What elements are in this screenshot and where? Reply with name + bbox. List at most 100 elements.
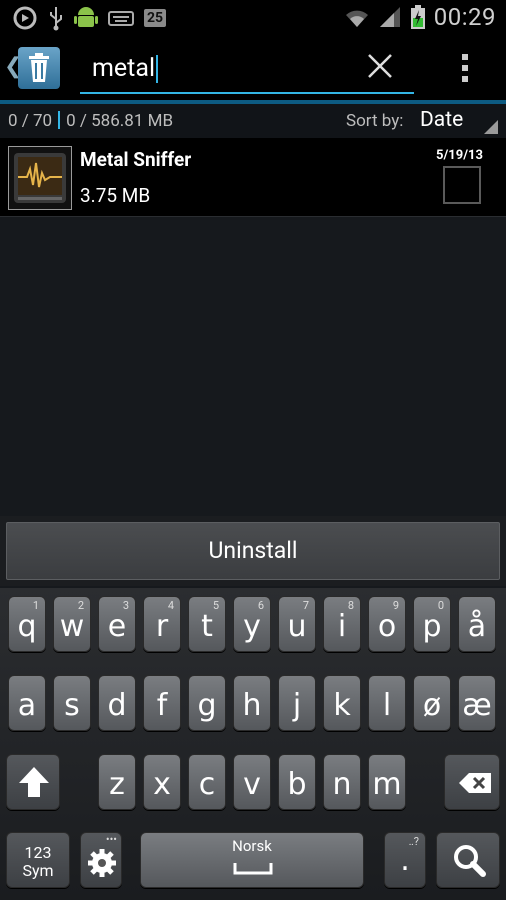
selection-count: 0 / 70 0 / 586.81 MB bbox=[8, 111, 173, 131]
soft-keyboard: 1q2w3e4r5t6y7u8i9o0p å asdfghjkløæ zxcvbn… bbox=[0, 588, 506, 900]
usb-icon bbox=[50, 7, 62, 31]
settings-hint-dots: ••• bbox=[105, 833, 117, 846]
key-æ[interactable]: æ bbox=[458, 675, 496, 731]
app-icon bbox=[8, 146, 72, 210]
key-label: l bbox=[382, 688, 392, 723]
key-label: g bbox=[197, 688, 217, 723]
backspace-key[interactable] bbox=[444, 754, 500, 810]
space-key[interactable]: Norsk bbox=[140, 832, 364, 888]
key-z[interactable]: z bbox=[98, 754, 136, 810]
shift-arrow-icon bbox=[19, 767, 49, 797]
key-o[interactable]: 9o bbox=[368, 596, 406, 652]
key-label: d bbox=[107, 688, 127, 723]
key-e[interactable]: 3e bbox=[98, 596, 136, 652]
key-b[interactable]: b bbox=[278, 754, 316, 810]
app-name: Metal Sniffer bbox=[80, 148, 192, 171]
app-home-button[interactable] bbox=[18, 47, 60, 89]
key-label: j bbox=[292, 688, 302, 723]
key-label: h bbox=[242, 688, 262, 723]
key-s[interactable]: s bbox=[53, 675, 91, 731]
status-bar: 25 00:29 bbox=[0, 0, 506, 36]
key-q[interactable]: 1q bbox=[8, 596, 46, 652]
key-label: e bbox=[107, 609, 127, 644]
settings-key[interactable]: ••• bbox=[80, 832, 122, 888]
key-label: m bbox=[372, 767, 402, 802]
key-label: q bbox=[17, 609, 37, 644]
clear-search-icon[interactable] bbox=[366, 52, 394, 80]
key-label: o bbox=[377, 609, 397, 644]
android-icon bbox=[74, 7, 98, 27]
symbols-key-label-1: 123 bbox=[24, 843, 52, 862]
key-label: v bbox=[243, 767, 261, 802]
key-label: w bbox=[59, 609, 85, 644]
key-p[interactable]: 0p bbox=[413, 596, 451, 652]
key-w[interactable]: 2w bbox=[53, 596, 91, 652]
key-label: b bbox=[287, 767, 307, 802]
key-label: i bbox=[337, 609, 347, 644]
space-key-label: Norsk bbox=[232, 837, 272, 855]
sort-label: Sort by: bbox=[346, 111, 404, 131]
key-label: n bbox=[332, 767, 352, 802]
key-label: y bbox=[243, 609, 261, 644]
key-l[interactable]: l bbox=[368, 675, 406, 731]
key-n[interactable]: n bbox=[323, 754, 361, 810]
key-label: å bbox=[467, 609, 487, 644]
key-f[interactable]: f bbox=[143, 675, 181, 731]
key-label: ø bbox=[422, 688, 442, 723]
sort-value: Date bbox=[420, 108, 464, 132]
info-bar: 0 / 70 0 / 586.81 MB Sort by: Date bbox=[0, 104, 506, 138]
symbols-key-label-2: Sym bbox=[22, 861, 54, 880]
overflow-menu-icon[interactable] bbox=[460, 52, 470, 84]
key-label: s bbox=[64, 688, 80, 723]
key-r[interactable]: 4r bbox=[143, 596, 181, 652]
keyboard-icon bbox=[108, 11, 134, 26]
wifi-icon bbox=[345, 10, 368, 27]
key-j[interactable]: j bbox=[278, 675, 316, 731]
period-key-label: . bbox=[400, 843, 410, 878]
search-query: metal bbox=[92, 54, 156, 83]
key-t[interactable]: 5t bbox=[188, 596, 226, 652]
app-checkbox[interactable] bbox=[443, 166, 481, 204]
trash-icon bbox=[29, 53, 49, 82]
search-input[interactable]: metal bbox=[80, 50, 414, 94]
key-k[interactable]: k bbox=[323, 675, 361, 731]
space-bar-icon bbox=[233, 863, 273, 875]
key-u[interactable]: 7u bbox=[278, 596, 316, 652]
key-label: r bbox=[155, 609, 169, 644]
key-c[interactable]: c bbox=[188, 754, 226, 810]
key-label: z bbox=[109, 767, 125, 802]
period-key[interactable]: ‥? . bbox=[384, 832, 426, 888]
key-g[interactable]: g bbox=[188, 675, 226, 731]
list-item[interactable]: Metal Sniffer 3.75 MB 5/19/13 bbox=[0, 138, 506, 217]
key-m[interactable]: m bbox=[368, 754, 406, 810]
sync-icon bbox=[13, 6, 37, 30]
key-x[interactable]: x bbox=[143, 754, 181, 810]
key-i[interactable]: 8i bbox=[323, 596, 361, 652]
key-d[interactable]: d bbox=[98, 675, 136, 731]
selected-size: 0 / 586.81 MB bbox=[66, 111, 174, 131]
backspace-icon bbox=[459, 773, 491, 793]
sort-dropdown[interactable]: Date bbox=[414, 106, 500, 136]
key-v[interactable]: v bbox=[233, 754, 271, 810]
key-label: x bbox=[153, 767, 171, 802]
key-label: u bbox=[287, 609, 307, 644]
uninstall-button[interactable]: Uninstall bbox=[6, 522, 500, 580]
bottom-button-bar: Uninstall bbox=[0, 516, 506, 586]
key-label: t bbox=[201, 609, 213, 644]
metal-detector-app-icon bbox=[14, 153, 66, 203]
search-key[interactable] bbox=[436, 832, 500, 888]
key-a[interactable]: a bbox=[8, 675, 46, 731]
key-label: æ bbox=[462, 688, 492, 723]
app-date: 5/19/13 bbox=[436, 148, 483, 163]
key-y[interactable]: 6y bbox=[233, 596, 271, 652]
shift-key[interactable] bbox=[6, 754, 60, 810]
key-å[interactable]: å bbox=[458, 596, 496, 652]
key-label: k bbox=[333, 688, 351, 723]
key-h[interactable]: h bbox=[233, 675, 271, 731]
symbols-key[interactable]: 123 Sym bbox=[6, 832, 70, 888]
battery-charging-icon bbox=[410, 5, 425, 29]
text-cursor bbox=[156, 55, 159, 84]
key-label: a bbox=[17, 688, 37, 723]
selected-apps-count: 0 / 70 bbox=[8, 111, 53, 131]
key-ø[interactable]: ø bbox=[413, 675, 451, 731]
